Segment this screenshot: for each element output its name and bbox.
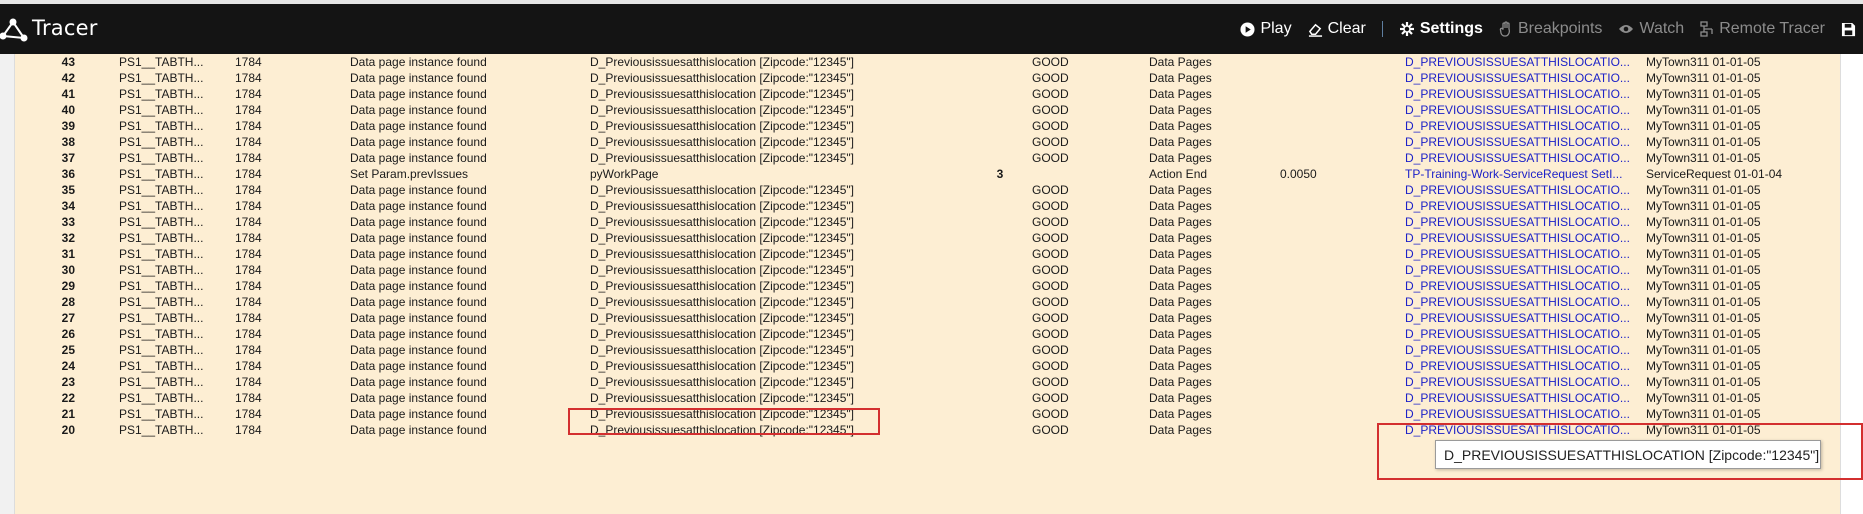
grid-left-gutter bbox=[0, 54, 15, 514]
settings-button[interactable]: Settings bbox=[1399, 20, 1483, 38]
rule-name-tooltip: D_PREVIOUSISSUESATTHISLOCATION [Zipcode:… bbox=[1435, 440, 1821, 469]
eraser-icon bbox=[1308, 22, 1323, 37]
play-label: Play bbox=[1260, 20, 1292, 37]
thread-cell: PS1__TABTH... bbox=[119, 423, 204, 437]
play-circle-icon bbox=[1240, 21, 1255, 37]
eye-icon bbox=[1618, 23, 1634, 35]
tracer-logo-icon bbox=[0, 18, 28, 42]
settings-label: Settings bbox=[1419, 20, 1483, 37]
watch-button[interactable]: Watch bbox=[1618, 20, 1684, 38]
gear-icon bbox=[1399, 21, 1415, 37]
remote-tracer-label: Remote Tracer bbox=[1719, 20, 1825, 37]
hand-icon bbox=[1499, 21, 1513, 37]
event-type-cell: Data Pages bbox=[1149, 423, 1212, 437]
watch-label: Watch bbox=[1639, 20, 1685, 37]
app-title: Tracer bbox=[32, 16, 98, 40]
network-icon bbox=[1700, 21, 1714, 37]
remote-tracer-button[interactable]: Remote Tracer bbox=[1700, 20, 1825, 38]
clear-button[interactable]: Clear bbox=[1308, 20, 1366, 38]
toolbar-separator bbox=[1381, 21, 1383, 37]
row-number: 20 bbox=[61, 423, 75, 437]
clear-label: Clear bbox=[1327, 20, 1366, 37]
play-button[interactable]: Play bbox=[1240, 20, 1292, 38]
tracer-header: Tracer Play Clear Settings Breakpoints W… bbox=[0, 4, 1863, 54]
tracer-toolbar: Play Clear Settings Breakpoints Watch Re… bbox=[1224, 4, 1861, 54]
status-cell: GOOD bbox=[1032, 423, 1069, 437]
interaction-cell: 1784 bbox=[235, 423, 262, 437]
breakpoints-button[interactable]: Breakpoints bbox=[1499, 20, 1603, 38]
event-cell: Data page instance found bbox=[350, 423, 487, 437]
breakpoints-label: Breakpoints bbox=[1517, 20, 1603, 37]
highlight-box-step-page bbox=[568, 408, 880, 435]
save-icon bbox=[1841, 22, 1856, 37]
save-button[interactable] bbox=[1841, 22, 1861, 37]
